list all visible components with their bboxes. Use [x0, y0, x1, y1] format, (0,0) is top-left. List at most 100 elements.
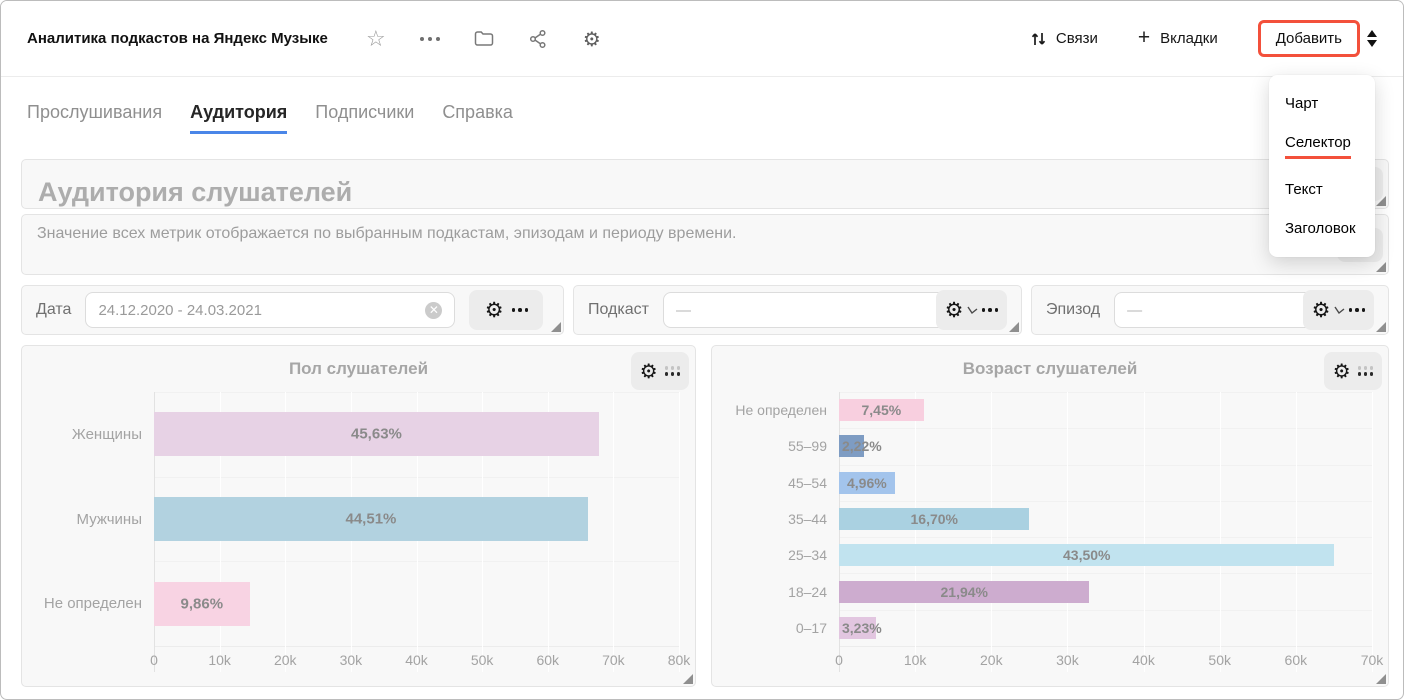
- bar-value-label: 16,70%: [911, 511, 958, 527]
- resize-handle[interactable]: [683, 674, 693, 684]
- bar-value-label: 7,45%: [862, 402, 902, 418]
- axis-tick-label: 50k: [471, 652, 494, 668]
- menu-item-chart[interactable]: Чарт: [1269, 84, 1375, 123]
- gridline: [1067, 392, 1068, 428]
- tab-help[interactable]: Справка: [442, 102, 513, 134]
- gridline: [1372, 573, 1373, 609]
- dashboard-title: Аналитика подкастов на Яндекс Музыке: [27, 30, 328, 47]
- tab-audience[interactable]: Аудитория: [190, 102, 287, 134]
- gridline: [285, 561, 286, 646]
- menu-item-selector[interactable]: Селектор: [1269, 123, 1375, 170]
- gear-icon: ⚙: [485, 300, 504, 321]
- gridline: [915, 465, 916, 501]
- x-axis: 010k20k30k40k50k60k70k: [724, 646, 1372, 672]
- zigzag-icon: [967, 305, 979, 316]
- bar-value-label: 3,23%: [842, 620, 882, 636]
- category-label: Женщины: [34, 392, 154, 477]
- share-icon[interactable]: [526, 27, 550, 51]
- selector-settings-button[interactable]: ⚙: [936, 290, 1007, 330]
- gridline: [679, 561, 680, 646]
- gridline: [1067, 610, 1068, 646]
- bar-row: 35–4416,70%: [724, 501, 1372, 537]
- gridline: [991, 392, 992, 428]
- axis-tick-label: 40k: [405, 652, 428, 668]
- axis-tick-label: 60k: [536, 652, 559, 668]
- page-heading: Аудитория слушателей: [38, 177, 352, 208]
- add-button[interactable]: Добавить: [1258, 20, 1360, 57]
- resize-handle[interactable]: [1376, 262, 1386, 272]
- gridline: [1144, 392, 1145, 428]
- links-button[interactable]: Связи: [1031, 30, 1098, 47]
- gridline: [991, 610, 992, 646]
- menu-item-heading[interactable]: Заголовок: [1269, 209, 1375, 248]
- date-range-input[interactable]: 24.12.2020 - 24.03.2021 ✕: [85, 292, 455, 328]
- clear-icon[interactable]: ✕: [425, 302, 442, 319]
- resize-handle[interactable]: [1009, 322, 1019, 332]
- gridline: [679, 477, 680, 562]
- axis-tick-label: 70k: [1361, 652, 1384, 668]
- gridline: [1144, 573, 1145, 609]
- folder-icon[interactable]: [472, 27, 496, 51]
- resize-handle[interactable]: [1376, 196, 1386, 206]
- gridline: [1296, 428, 1297, 464]
- bar-row: Не определен9,86%: [34, 561, 679, 646]
- resize-handle[interactable]: [551, 322, 561, 332]
- gear-icon: ⚙: [945, 300, 964, 321]
- category-label: Мужчины: [34, 477, 154, 562]
- dots-menu-icon: [1358, 366, 1374, 376]
- gridline: [1144, 428, 1145, 464]
- bar-row: Мужчины44,51%: [34, 477, 679, 562]
- gridline: [482, 561, 483, 646]
- selector-settings-button[interactable]: ⚙: [469, 290, 543, 330]
- gear-icon[interactable]: ⚙: [580, 27, 604, 51]
- chart-settings-button[interactable]: ⚙: [631, 352, 689, 390]
- axis-tick-label: 0: [150, 652, 158, 668]
- gridline: [1372, 392, 1373, 428]
- gridline: [1296, 392, 1297, 428]
- dashboard-body: Аудитория слушателей Значение всех метри…: [21, 159, 1389, 687]
- gridline: [1144, 501, 1145, 537]
- axis-tick-label: 10k: [904, 652, 927, 668]
- category-label: 55–99: [724, 428, 839, 464]
- gridline: [613, 477, 614, 562]
- dashboard-tabs: Прослушивания Аудитория Подписчики Справ…: [27, 102, 1403, 134]
- axis-tick-label: 30k: [340, 652, 363, 668]
- collapse-expand-spinner[interactable]: [1367, 30, 1377, 47]
- description-text: Значение всех метрик отображается по выб…: [37, 225, 736, 242]
- axis-tick-label: 60k: [1285, 652, 1308, 668]
- gridline: [1220, 465, 1221, 501]
- bar-value-label: 9,86%: [181, 595, 224, 612]
- gridline: [1296, 573, 1297, 609]
- ellipsis-icon[interactable]: [418, 27, 442, 51]
- gridline: [1220, 610, 1221, 646]
- bar-value-label: 21,94%: [941, 584, 988, 600]
- tab-subscribers[interactable]: Подписчики: [315, 102, 414, 134]
- chart-settings-button[interactable]: ⚙: [1324, 352, 1382, 390]
- resize-handle[interactable]: [1376, 322, 1386, 332]
- gridline: [1067, 501, 1068, 537]
- gridline: [1144, 610, 1145, 646]
- x-axis: 010k20k30k40k50k60k70k80k: [34, 646, 679, 672]
- bar-value-label: 45,63%: [351, 426, 402, 443]
- podcast-selector-widget: Подкаст — ⚙: [573, 285, 1022, 335]
- gridline: [1220, 428, 1221, 464]
- bar-row: Женщины 45,63%: [34, 392, 679, 477]
- selector-settings-button[interactable]: ⚙: [1303, 290, 1374, 330]
- add-tab-button[interactable]: + Вкладки: [1138, 29, 1218, 48]
- axis-tick-label: 30k: [1056, 652, 1079, 668]
- bar-row: 45–544,96%: [724, 465, 1372, 501]
- gridline: [1220, 392, 1221, 428]
- axis-tick-label: 10k: [208, 652, 231, 668]
- gridline: [1296, 465, 1297, 501]
- bar-value-label: 4,96%: [847, 475, 887, 491]
- axis-tick-label: 40k: [1132, 652, 1155, 668]
- charts-row: Пол слушателей ⚙ Женщины45,63%Мужчины44,…: [21, 345, 1389, 687]
- header-actions: Связи + Вкладки Добавить: [1031, 20, 1377, 57]
- axis-tick-label: 0: [835, 652, 843, 668]
- axis-tick-label: 20k: [980, 652, 1003, 668]
- tab-listens[interactable]: Прослушивания: [27, 102, 162, 134]
- gridline: [1372, 537, 1373, 573]
- resize-handle[interactable]: [1376, 674, 1386, 684]
- menu-item-text[interactable]: Текст: [1269, 170, 1375, 209]
- star-icon[interactable]: ☆: [364, 27, 388, 51]
